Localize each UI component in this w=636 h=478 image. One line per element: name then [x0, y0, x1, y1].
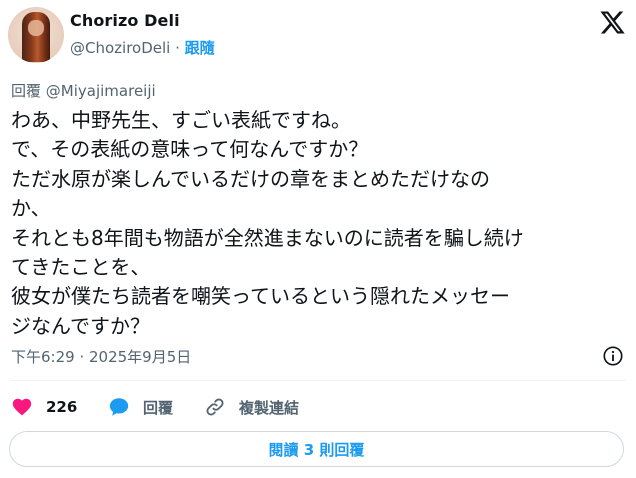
like-button[interactable]: 226: [11, 395, 77, 419]
tweet-text-line: 彼女が僕たち読者を嘲笑っているという隠れたメッセー: [11, 284, 510, 309]
tweet-text-line: それとも8年間も物語が全然進まないのに読者を騙し続け: [11, 225, 524, 250]
tweet-text-line: か、: [11, 196, 51, 221]
author-handle[interactable]: @ChoziroDeli: [70, 39, 170, 57]
tweet-text-line: で、その表紙の意味って何なんですか？: [11, 137, 369, 162]
tweet-text: わあ、中野先生、すごい表紙ですね。 で、その表紙の意味って何なんですか？ ただ水…: [11, 106, 611, 341]
copy-link-label: 複製連結: [239, 398, 300, 417]
reply-to-handle[interactable]: @Miyajimareiji: [46, 82, 156, 100]
info-icon[interactable]: [602, 345, 624, 367]
author-handle-row: @ChoziroDeli · 跟隨: [70, 37, 215, 58]
reply-prefix: 回覆: [11, 82, 42, 100]
tweet-text-line: わあ、中野先生、すごい表紙ですね。: [11, 108, 351, 132]
speech-bubble-icon: [109, 398, 129, 416]
avatar-face: [28, 20, 44, 36]
x-logo-icon[interactable]: [598, 9, 627, 36]
link-icon: [206, 398, 224, 416]
author-name[interactable]: Chorizo Deli: [70, 11, 180, 30]
heart-icon: [12, 398, 32, 416]
author-avatar[interactable]: [8, 7, 64, 63]
tweet-card: Chorizo Deli @ChoziroDeli · 跟隨 回覆 @Miyaj…: [0, 0, 636, 478]
tweet-timestamp[interactable]: 下午6:29 · 2025年9月5日: [11, 346, 191, 367]
reply-button[interactable]: 回覆: [108, 395, 173, 419]
read-replies-button[interactable]: 閱讀 3 則回覆: [9, 431, 624, 467]
follow-button[interactable]: 跟隨: [185, 39, 215, 57]
tweet-text-line: ジなんですか？: [11, 313, 150, 338]
tweet-text-line: ただ水原が楽しんでいるだけの章をまとめただけなの: [11, 166, 490, 191]
divider: [10, 380, 626, 381]
tweet-text-line: てきたことを、: [11, 254, 151, 279]
reply-label: 回覆: [143, 398, 174, 417]
like-count: 226: [46, 398, 78, 416]
copy-link-button[interactable]: 複製連結: [204, 395, 299, 419]
reply-context: 回覆 @Miyajimareiji: [11, 80, 156, 101]
handle-separator: ·: [175, 39, 180, 57]
